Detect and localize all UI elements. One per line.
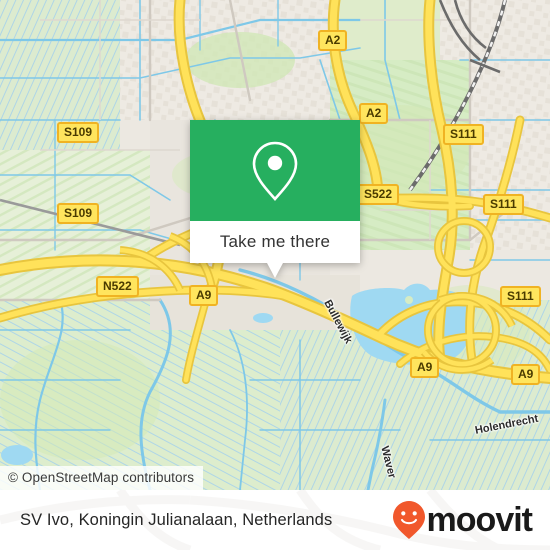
- road-shield[interactable]: S111: [500, 286, 541, 307]
- road-shield[interactable]: N522: [96, 276, 139, 297]
- osm-attribution[interactable]: © OpenStreetMap contributors: [0, 466, 204, 490]
- road-shield[interactable]: A9: [511, 364, 541, 385]
- callout-icon-panel: [190, 120, 360, 221]
- moovit-smiley-pin-icon: [392, 501, 425, 539]
- footer-content: SV Ivo, Koningin Julianalaan, Netherland…: [0, 490, 550, 550]
- moovit-wordmark: moovit: [426, 501, 533, 539]
- footer-bar: SV Ivo, Koningin Julianalaan, Netherland…: [0, 490, 550, 550]
- road-shield[interactable]: S111: [483, 194, 524, 215]
- road-shield[interactable]: A9: [189, 285, 219, 306]
- location-callout-card[interactable]: Take me there: [190, 120, 360, 278]
- place-title: SV Ivo, Koningin Julianalaan, Netherland…: [20, 510, 333, 529]
- road-shield[interactable]: A9: [410, 357, 440, 378]
- road-shield[interactable]: S522: [357, 184, 400, 205]
- road-shield[interactable]: A2: [359, 103, 389, 124]
- take-me-there-button[interactable]: Take me there: [190, 221, 360, 263]
- callout-pointer: [267, 263, 283, 278]
- moovit-map-share-card: A2 A2 S109 S111 S109 S522 S111 N522 A9 S…: [0, 0, 550, 550]
- road-shield[interactable]: S109: [57, 203, 100, 224]
- road-shield[interactable]: A2: [318, 30, 348, 51]
- road-shield[interactable]: S109: [57, 122, 100, 143]
- map-pin-icon: [252, 141, 298, 201]
- road-shield[interactable]: S111: [443, 124, 484, 145]
- moovit-logo[interactable]: moovit: [392, 500, 533, 540]
- map-canvas[interactable]: A2 A2 S109 S111 S109 S522 S111 N522 A9 S…: [0, 0, 550, 490]
- take-me-there-label: Take me there: [219, 232, 331, 251]
